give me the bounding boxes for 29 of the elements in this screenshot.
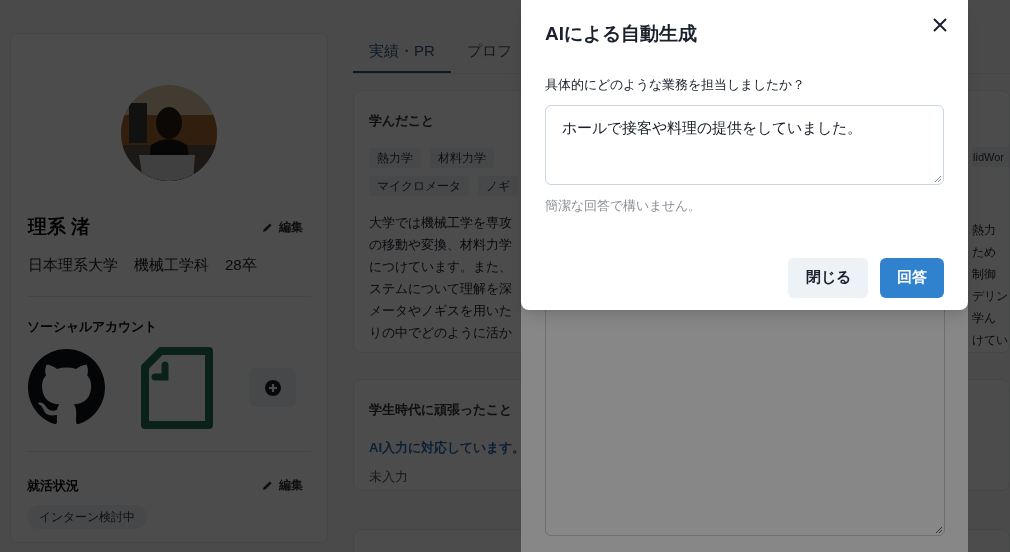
description-text: りの中でどのように活か <box>369 323 513 342</box>
resize-grip-icon <box>934 175 942 183</box>
answer-text: ホールで接客や料理の提供をしていました。 <box>562 119 862 136</box>
section-heading: 就活状況 <box>27 476 79 495</box>
description-text: ため <box>972 244 997 261</box>
description-text: ステムについて理解を深 <box>369 279 513 298</box>
affiliation-text: 機械工学科 <box>134 254 209 275</box>
dialog-title: AIによる自動生成 <box>545 22 697 46</box>
description-text: 制御 <box>972 266 997 283</box>
profile-name: 理系 渚 <box>28 215 91 239</box>
answer-button[interactable]: 回答 <box>880 257 944 298</box>
close-button[interactable]: 閉じる <box>788 257 868 298</box>
answer-field[interactable]: ホールで接客や料理の提供をしていました。 <box>545 105 944 185</box>
section-title: 学生時代に頑張ったこと <box>369 401 513 419</box>
description-text: の移動や変換、材料力学 <box>369 235 513 254</box>
description-text: けてい <box>972 332 1009 349</box>
ai-input-note: AI入力に対応しています。 <box>369 438 526 457</box>
hint-text: 簡潔な回答で構いません。 <box>545 197 702 215</box>
description-text: 学ん <box>972 310 997 327</box>
section-title: 学んだこと <box>369 112 435 130</box>
section-heading: ソーシャルアカウント <box>27 318 158 336</box>
description-text: 熱力 <box>972 222 997 239</box>
affiliation-text: 28卒 <box>225 254 257 275</box>
affiliation-text: 日本理系大学 <box>28 254 118 275</box>
question-text: 具体的にどのような業務を担当しましたか？ <box>545 75 806 94</box>
close-icon[interactable] <box>932 17 948 34</box>
description-text: につけています。また、 <box>369 257 513 276</box>
resize-grip-icon <box>935 526 943 534</box>
description-text: 大学では機械工学を専攻 <box>369 213 513 232</box>
